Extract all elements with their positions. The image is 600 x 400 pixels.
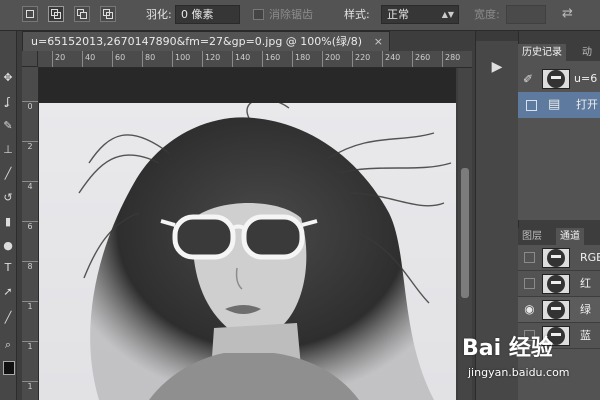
ruler-tick-label: 240 [382,51,400,67]
ruler-tick-label: 120 [202,51,220,67]
document-tab[interactable]: u=65152013,2670147890&fm=27&gp=0.jpg @ 1… [22,31,390,51]
ruler-tick-label: 80 [142,51,155,67]
baidu-watermark: Bai 经验 jingyan.baidu.com [448,326,598,386]
gradient-tool-icon[interactable]: ▮ [0,213,16,231]
history-snapshot-row[interactable]: ✐ u=6 [518,66,600,92]
history-brush-source-icon[interactable]: ✐ [523,72,533,86]
ruler-tick-label: 140 [232,51,250,67]
eraser-tool-icon[interactable]: ╱ [0,165,16,183]
visibility-toggle[interactable] [524,252,535,263]
channel-thumbnail [542,300,570,320]
ruler-tick-label: 200 [322,51,340,67]
feather-input[interactable]: 0 像素 [175,5,240,24]
strip-header [476,31,518,41]
dodge-tool-icon[interactable]: ● [0,237,16,255]
channels-tabbar: 图层 通道 [518,228,600,245]
snapshot-thumbnail [542,69,570,89]
ruler-tick-label: 220 [352,51,370,67]
width-label: 宽度: [474,8,500,21]
brush-tool-icon[interactable]: ✎ [0,117,16,135]
ruler-tick-label: 6 [22,221,38,232]
subtract-from-selection-icon[interactable] [74,6,90,22]
path-select-icon[interactable]: ➚ [0,283,16,301]
options-bar: 羽化: 0 像素 消除锯齿 样式: 正常 ▲▼ 宽度: ⇄ [0,0,600,31]
antialias-checkbox[interactable] [253,9,264,20]
swap-icon[interactable]: ⇄ [562,6,573,21]
snapshot-label: u=6 [574,72,598,85]
zoom-tool-icon[interactable]: ⌕ [0,336,16,354]
ruler-tick-label: 1 [22,381,38,392]
type-tool-icon[interactable]: T [0,259,16,277]
ruler-tick-label: 160 [262,51,280,67]
ruler-tick-label: 20 [52,51,65,67]
foreground-color-swatch[interactable] [3,361,15,375]
visibility-toggle[interactable] [524,278,535,289]
document-step-icon: ▤ [548,97,561,112]
channel-row-red[interactable]: 红 [518,271,600,297]
tab-channels[interactable]: 通道 [556,228,584,245]
width-input[interactable] [506,5,546,24]
stamp-tool-icon[interactable]: ⊥ [0,141,16,159]
ruler-tick-label: 60 [112,51,125,67]
ruler-tick-label: 0 [22,101,38,112]
ruler-origin[interactable] [22,51,38,67]
step-label: 打开 [576,98,598,111]
image-photo [39,103,456,400]
channel-label: RGB [580,251,600,264]
history-step-open[interactable]: ▤ 打开 [518,92,600,118]
ruler-tick-label: 1 [22,341,38,352]
canvas-area[interactable] [39,68,456,400]
step-checkbox[interactable] [526,100,537,111]
intersect-selection-icon[interactable] [100,6,116,22]
eye-icon[interactable]: ◉ [524,303,535,315]
style-select[interactable]: 正常 ▲▼ [381,5,459,24]
ruler-tick-label: 100 [172,51,190,67]
tab-layers[interactable]: 图层 [518,228,546,245]
ruler-tick-label: 260 [412,51,430,67]
watermark-url: jingyan.baidu.com [468,366,570,379]
history-panel: 历史记录 动 ✐ u=6 ▤ 打开 [518,44,600,220]
channel-thumbnail [542,248,570,268]
add-to-selection-icon[interactable] [48,6,64,22]
ruler-tick-label: 2 [22,141,38,152]
horizontal-ruler[interactable]: 2040608010012014016018020022024026028030… [38,51,472,68]
ruler-tick-label: 280 [442,51,460,67]
tools-panel: ✥ ʆ ✎ ⊥ ╱ ↺ ▮ ● T ➚ ╱ ⌕ [0,31,17,400]
channel-label: 绿 [580,303,591,316]
vertical-ruler[interactable]: 0 2 4 6 8 1 1 1 [22,67,39,400]
new-selection-icon[interactable] [22,6,38,22]
ruler-tick-label: 8 [22,261,38,272]
shape-tool-icon[interactable]: ╱ [0,309,16,327]
chevron-down-icon: ▲▼ [441,10,454,19]
antialias-label: 消除锯齿 [269,8,313,21]
channel-row-green[interactable]: ◉ 绿 [518,297,600,323]
portrait-image [78,103,452,400]
document-title: u=65152013,2670147890&fm=27&gp=0.jpg @ 1… [31,35,363,48]
history-tabbar: 历史记录 动 [518,44,600,61]
history-brush-icon[interactable]: ↺ [0,189,16,207]
ruler-tick-label: 1 [22,301,38,312]
move-tool-icon[interactable]: ✥ [0,69,16,87]
style-label: 样式: [344,8,370,21]
tab-actions[interactable]: 动 [578,44,596,61]
style-select-value: 正常 [387,8,409,21]
ruler-tick-label: 4 [22,181,38,192]
channel-row-rgb[interactable]: RGB [518,245,600,271]
ruler-tick-label: 40 [82,51,95,67]
tab-history[interactable]: 历史记录 [518,44,566,61]
watermark-logo: Bai 经验 [462,336,553,361]
channel-label: 红 [580,277,591,290]
feather-label: 羽化: [146,8,172,21]
close-icon[interactable]: × [374,32,383,51]
ruler-tick-label: 180 [292,51,310,67]
channel-thumbnail [542,274,570,294]
lasso-tool-icon[interactable]: ʆ [0,93,16,111]
play-icon[interactable]: ▶ [486,57,508,77]
scrollbar-thumb[interactable] [461,168,469,298]
